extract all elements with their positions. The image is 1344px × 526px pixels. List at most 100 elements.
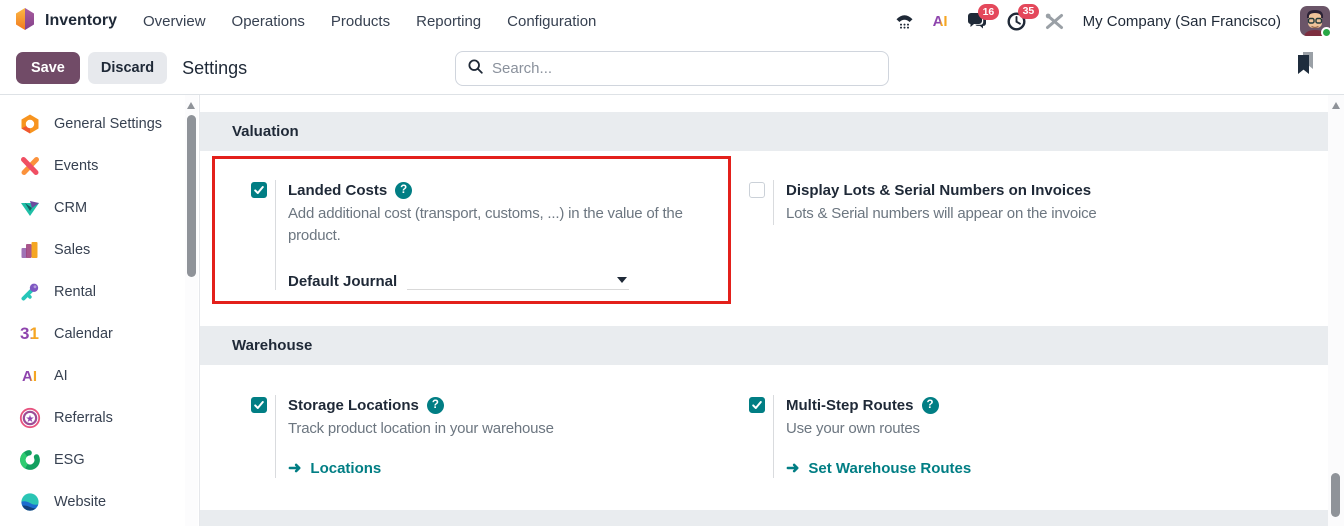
sidebar-item-label: General Settings [54, 116, 163, 132]
divider [275, 395, 276, 478]
help-icon[interactable]: ? [426, 396, 444, 414]
main-scrollbar[interactable] [1328, 95, 1344, 526]
calendar-icon: 31 [20, 324, 39, 343]
ai-systray-icon[interactable]: AI [933, 13, 948, 30]
storage-locations-checkbox[interactable] [251, 397, 267, 413]
esg-icon [18, 449, 41, 472]
link-label: Set Warehouse Routes [808, 459, 972, 477]
search-input[interactable] [492, 60, 876, 77]
sidebar-item-events[interactable]: Events [0, 145, 199, 187]
multi-step-routes-checkbox[interactable] [749, 397, 765, 413]
section-header-warehouse: Warehouse [200, 326, 1328, 365]
app-name: Inventory [45, 12, 118, 29]
sales-icon [18, 239, 41, 262]
search-icon [468, 58, 483, 79]
default-journal-select[interactable] [407, 269, 630, 290]
sidebar-item-general-settings[interactable]: General Settings [0, 103, 199, 145]
user-avatar[interactable] [1300, 6, 1332, 38]
bookmark-favorites-icon[interactable] [1294, 51, 1316, 80]
setting-label: Multi-Step Routes [786, 396, 914, 414]
inventory-app-icon [14, 7, 36, 36]
sidebar-item-website[interactable]: Website [0, 481, 199, 523]
sidebar-item-calendar[interactable]: 31 Calendar [0, 313, 199, 355]
ai-icon: AI [22, 367, 37, 385]
setting-description: Lots & Serial numbers will appear on the… [786, 205, 1097, 222]
setting-label: Display Lots & Serial Numbers on Invoice… [786, 181, 1092, 199]
sidebar-item-label: ESG [54, 452, 85, 468]
messages-count-badge: 16 [977, 4, 1000, 20]
sidebar-item-sales[interactable]: Sales [0, 229, 199, 271]
section-title: Warehouse [232, 337, 313, 354]
sidebar-item-label: Events [54, 158, 99, 174]
systray: AI 16 35 My Company (San Francisco) [895, 3, 1332, 38]
section-header-valuation: Valuation [200, 112, 1328, 151]
setting-description: Track product location in your warehouse [288, 420, 554, 437]
sidebar-item-label: CRM [54, 200, 88, 216]
website-icon [18, 491, 41, 514]
sidebar-scrollbar[interactable] [185, 95, 198, 526]
nav-overview[interactable]: Overview [143, 13, 206, 30]
company-switcher[interactable]: My Company (San Francisco) [1083, 13, 1281, 30]
nav-operations[interactable]: Operations [232, 13, 305, 30]
save-button[interactable]: Save [16, 52, 80, 84]
voip-phone-icon[interactable] [895, 12, 914, 30]
setting-storage-locations: Storage Locations ? Track product locati… [251, 395, 724, 478]
divider [275, 180, 276, 290]
page-title: Settings [182, 57, 248, 78]
nav-products[interactable]: Products [331, 13, 390, 30]
default-journal-row: Default Journal [288, 269, 724, 290]
link-label: Locations [310, 459, 382, 477]
section-title: Valuation [232, 123, 299, 140]
sidebar-item-label: Rental [54, 284, 96, 300]
next-section-header-partial [200, 510, 1328, 526]
settings-sidebar: General Settings Events CRM Sales Rental… [0, 95, 200, 526]
help-icon[interactable]: ? [395, 181, 413, 199]
online-status-dot [1321, 27, 1332, 38]
locations-link[interactable]: ➜ Locations [288, 458, 724, 478]
sidebar-item-label: Referrals [54, 410, 113, 426]
developer-tools-icon[interactable] [1045, 13, 1064, 30]
search-bar[interactable] [455, 51, 889, 86]
help-icon[interactable]: ? [921, 396, 939, 414]
sidebar-item-referrals[interactable]: ★ Referrals [0, 397, 199, 439]
sidebar-item-ai[interactable]: AI AI [0, 355, 199, 397]
chevron-down-icon [617, 277, 628, 283]
rental-icon [18, 281, 41, 304]
set-warehouse-routes-link[interactable]: ➜ Set Warehouse Routes [786, 458, 1306, 478]
events-icon [18, 155, 41, 178]
setting-display-lots: Display Lots & Serial Numbers on Invoice… [749, 180, 1306, 225]
referrals-icon: ★ [18, 407, 41, 430]
sidebar-item-esg[interactable]: ESG [0, 439, 199, 481]
crm-icon [18, 197, 41, 220]
setting-multi-step-routes: Multi-Step Routes ? Use your own routes … [749, 395, 1306, 478]
setting-landed-costs: Landed Costs ? Add additional cost (tran… [251, 180, 724, 290]
general-settings-icon [18, 113, 41, 136]
display-lots-checkbox[interactable] [749, 182, 765, 198]
divider [773, 395, 774, 478]
sidebar-item-label: Website [54, 494, 107, 510]
messages-icon[interactable]: 16 [967, 4, 1000, 30]
arrow-right-icon: ➜ [288, 460, 302, 477]
setting-label: Landed Costs [288, 181, 388, 199]
default-journal-label: Default Journal [288, 273, 398, 290]
app-menu-toggle[interactable]: Inventory [14, 7, 117, 36]
sidebar-item-crm[interactable]: CRM [0, 187, 199, 229]
star-glyph: ★ [25, 414, 34, 425]
nav-reporting[interactable]: Reporting [416, 13, 481, 30]
setting-description: Use your own routes [786, 420, 920, 437]
sidebar-scroll-thumb[interactable] [187, 115, 196, 277]
sidebar-item-label: Sales [54, 242, 91, 258]
sidebar-item-label: Calendar [54, 326, 113, 342]
discard-button[interactable]: Discard [87, 52, 168, 84]
sidebar-list: General Settings Events CRM Sales Rental… [0, 95, 199, 523]
setting-description: Add additional cost (transport, customs,… [288, 205, 683, 244]
main-scroll-up-arrow[interactable] [1331, 102, 1340, 109]
activities-count-badge: 35 [1017, 3, 1040, 20]
sidebar-item-rental[interactable]: Rental [0, 271, 199, 313]
nav-configuration[interactable]: Configuration [507, 13, 596, 30]
settings-main: Valuation Landed Costs ? Add additional … [200, 95, 1344, 526]
main-scroll-thumb[interactable] [1331, 473, 1340, 517]
activities-clock-icon[interactable]: 35 [1007, 3, 1040, 31]
landed-costs-checkbox[interactable] [251, 182, 267, 198]
sidebar-scroll-up-arrow[interactable] [187, 102, 195, 109]
